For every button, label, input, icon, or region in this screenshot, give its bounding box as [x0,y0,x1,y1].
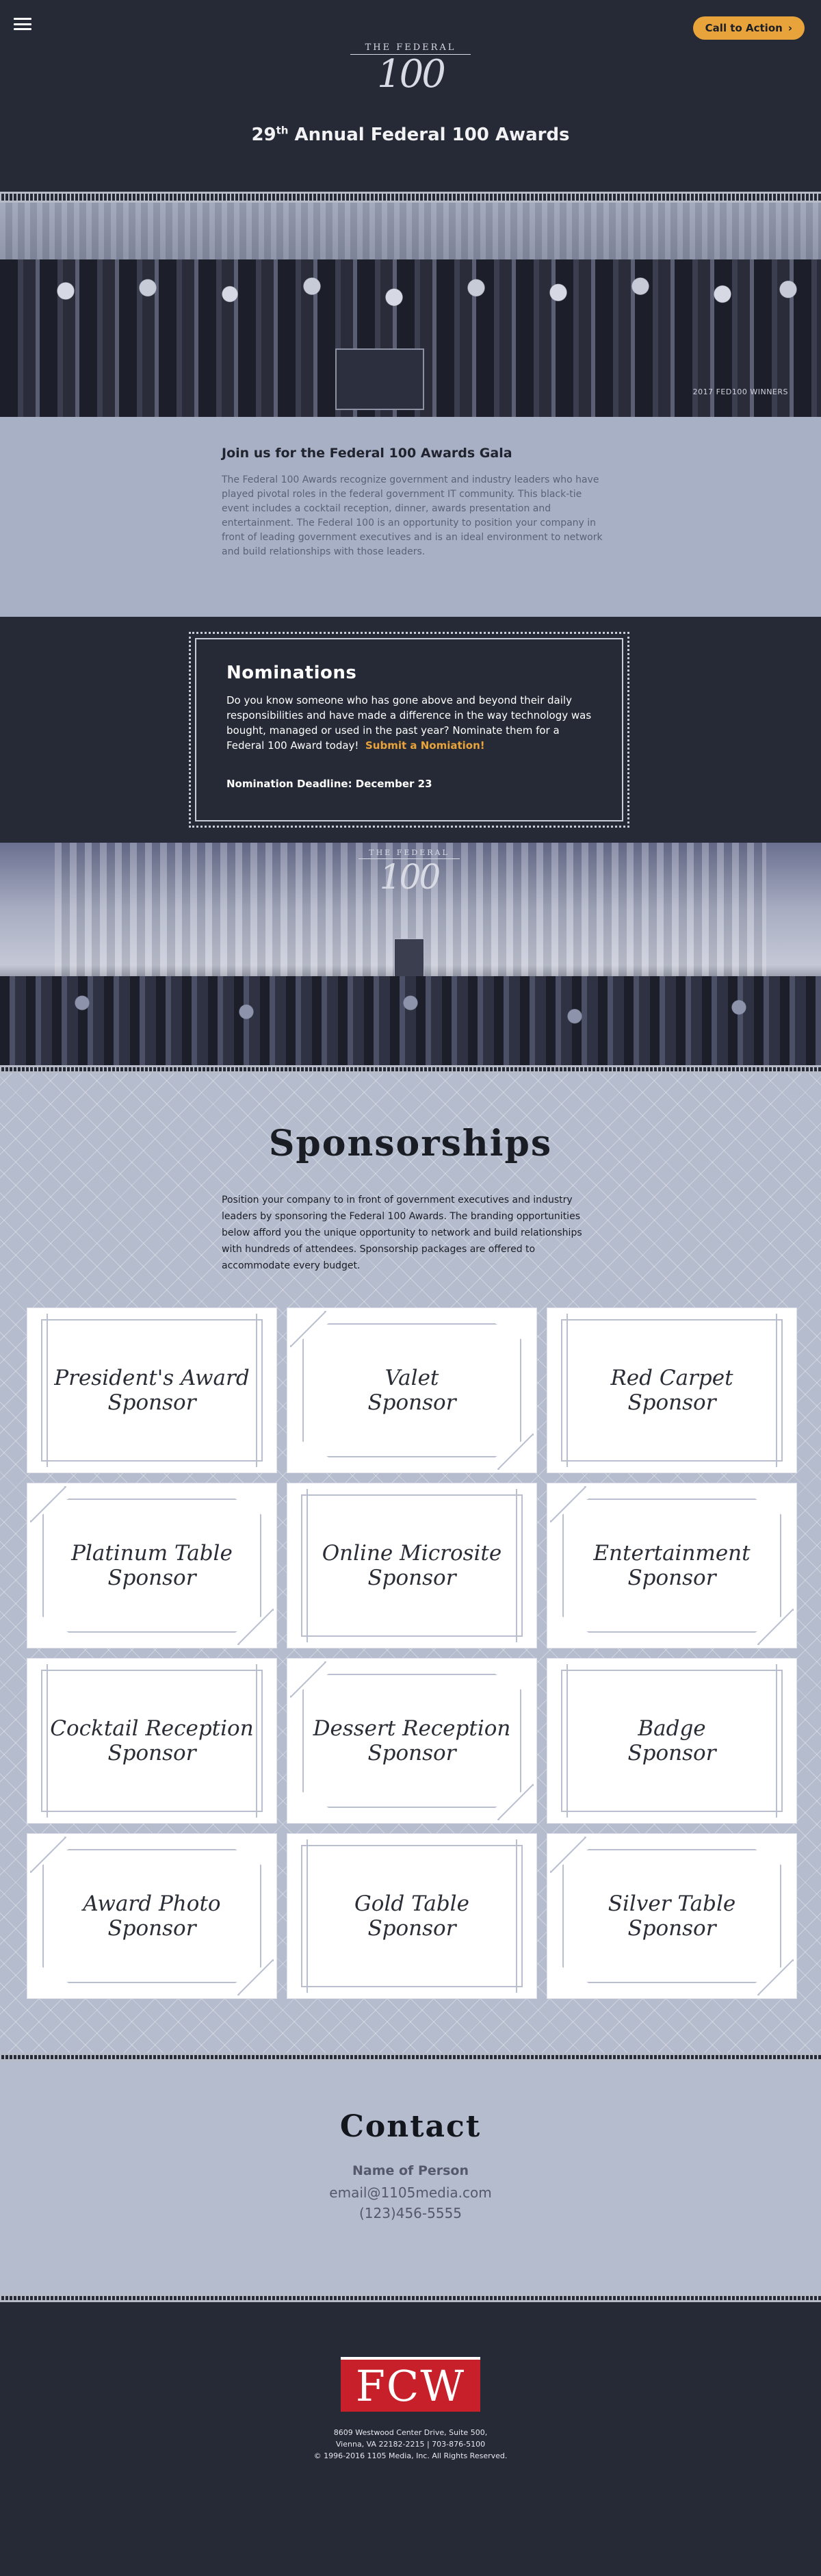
sponsor-card-title: Red Carpet [610,1366,733,1390]
sponsor-card-title: Platinum Table [71,1541,233,1566]
stage-screen-logo: THE FEDERAL 100 [359,848,460,895]
sponsor-card-subtitle: Sponsor [627,1566,716,1590]
site-footer: FCW 8609 Westwood Center Drive, Suite 50… [0,2302,821,2551]
sponsor-card-subtitle: Sponsor [107,1741,196,1765]
sponsor-card-subtitle: Sponsor [367,1741,456,1765]
nominations-frame: Nominations Do you know someone who has … [189,632,629,828]
sponsor-card[interactable]: Entertainment Sponsor [547,1483,796,1648]
contact-heading: Contact [339,2109,482,2144]
footer-copyright: © 1996-2016 1105 Media, Inc. All Rights … [313,2451,508,2460]
federal-100-logo: THE FEDERAL 100 [350,42,471,94]
cta-label: Call to Action [705,22,783,34]
sponsor-card[interactable]: Valet Sponsor [287,1308,536,1472]
site-header: Call to Action › THE FEDERAL 100 29th An… [0,0,821,192]
nominations-section: Nominations Do you know someone who has … [0,617,821,843]
sponsor-card-subtitle: Sponsor [627,1916,716,1941]
page-title: 29th Annual Federal 100 Awards [251,124,570,145]
gala-heading: Join us for the Federal 100 Awards Gala [222,446,512,461]
contact-phone: (123)456-5555 [359,2205,462,2221]
stage-logo-number: 100 [379,857,441,897]
nominations-heading: Nominations [226,663,357,683]
contact-section: Contact Name of Person email@1105media.c… [0,2061,821,2294]
footer-address-line2: Vienna, VA 22182-2215 | 703-876-5100 [335,2440,486,2449]
sponsor-card-title: Online Microsite [322,1541,502,1566]
sponsor-card[interactable]: Badge Sponsor [547,1659,796,1823]
sponsor-card-title: Badge [638,1716,706,1741]
gala-intro-section: Join us for the Federal 100 Awards Gala … [0,417,821,617]
sponsor-card-subtitle: Sponsor [107,1916,196,1941]
fcw-logo[interactable]: FCW [341,2357,480,2412]
submit-nomination-link[interactable]: Submit a Nomiation! [365,739,485,752]
sponsor-card[interactable]: Silver Table Sponsor [547,1834,796,1998]
sponsorships-description: Position your company to in front of gov… [222,1195,582,1271]
sponsor-card-subtitle: Sponsor [367,1390,456,1415]
sponsor-card-title: President's Award [54,1366,250,1390]
sponsor-card-subtitle: Sponsor [367,1916,456,1941]
sponsor-card[interactable]: Dessert Reception Sponsor [287,1659,536,1823]
sponsor-card[interactable]: Award Photo Sponsor [27,1834,276,1998]
contact-email-link[interactable]: email@1105media.com [0,2182,821,2203]
sponsor-card-title: Entertainment [593,1541,751,1566]
sponsor-card[interactable]: Gold Table Sponsor [287,1834,536,1998]
nominations-text: Do you know someone who has gone above a… [226,694,592,752]
winners-group-photo: 2017 FED100 WINNERS [0,203,821,417]
footer-address: 8609 Westwood Center Drive, Suite 500, V… [0,2427,821,2462]
sponsor-card[interactable]: President's Award Sponsor [27,1308,276,1472]
deco-divider [0,192,821,203]
sponsor-card-title: Valet [385,1366,439,1390]
sponsor-card-title: Gold Table [354,1891,469,1916]
sponsor-card-title: Award Photo [83,1891,221,1916]
photo-caption: 2017 FED100 WINNERS [692,387,788,396]
sponsor-card-subtitle: Sponsor [627,1390,716,1415]
deco-divider [0,2294,821,2302]
nominations-panel: Nominations Do you know someone who has … [195,638,623,821]
sponsorships-section: Sponsorships Position your company to in… [0,1073,821,2053]
sponsor-card-subtitle: Sponsor [107,1566,196,1590]
sponsor-card-title: Dessert Reception [313,1716,511,1741]
lectern [394,939,424,977]
podium [335,348,424,410]
sponsor-card[interactable]: Cocktail Reception Sponsor [27,1659,276,1823]
sponsor-card[interactable]: Red Carpet Sponsor [547,1308,796,1472]
contact-name: Name of Person [352,2163,469,2178]
deco-divider [0,2053,821,2061]
sponsor-card-subtitle: Sponsor [367,1566,456,1590]
sponsor-card[interactable]: Online Microsite Sponsor [287,1483,536,1648]
sponsor-card-title: Silver Table [608,1891,736,1916]
chevron-right-icon: › [787,22,792,34]
sponsor-card-title: Cocktail Reception [50,1716,254,1741]
hamburger-menu-icon[interactable] [14,18,31,30]
stage-event-photo: THE FEDERAL 100 [0,843,821,1065]
footer-address-line1: 8609 Westwood Center Drive, Suite 500, [333,2428,488,2437]
call-to-action-button[interactable]: Call to Action › [692,16,805,40]
deco-divider [0,1065,821,1073]
sponsor-card-subtitle: Sponsor [627,1741,716,1765]
nomination-deadline: Nomination Deadline: December 23 [226,778,432,790]
sponsorships-heading: Sponsorships [268,1123,553,1164]
sponsor-card[interactable]: Platinum Table Sponsor [27,1483,276,1648]
sponsor-card-grid: President's Award Sponsor Valet Sponsor Re… [27,1308,821,1998]
audience [0,976,821,1065]
sponsor-card-subtitle: Sponsor [107,1390,196,1415]
gala-description: The Federal 100 Awards recognize governm… [222,474,603,557]
logo-number: 100 [377,52,446,97]
